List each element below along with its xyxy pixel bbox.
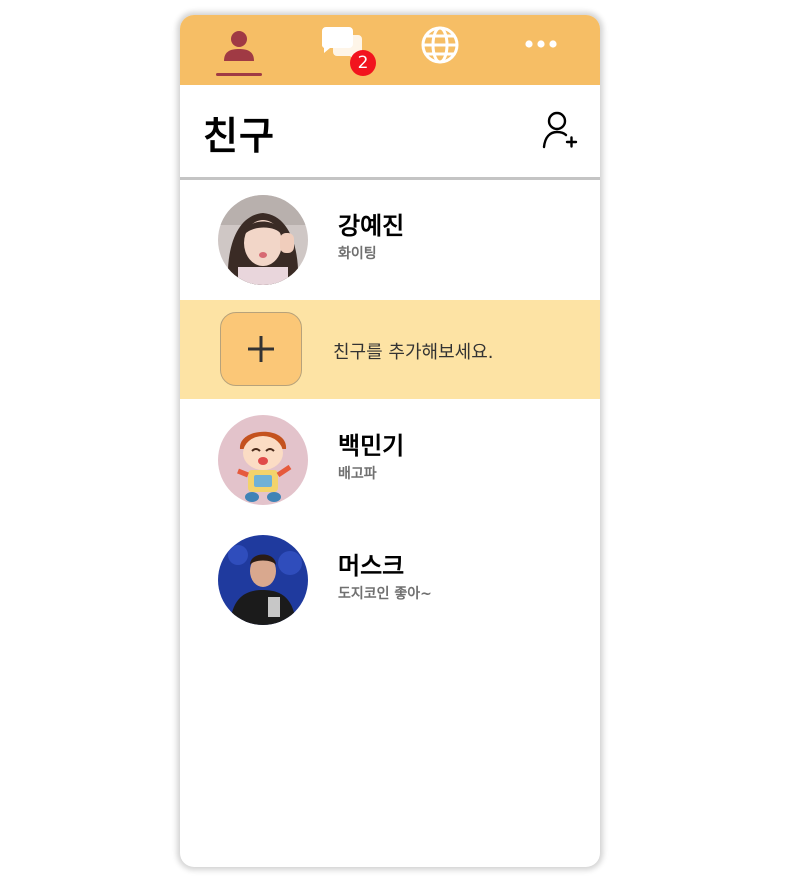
active-tab-indicator bbox=[216, 73, 262, 76]
friend-list-item[interactable]: 강예진 화이팅 bbox=[180, 188, 600, 288]
tab-friends[interactable] bbox=[204, 15, 274, 85]
add-friend-row[interactable]: 친구를 추가해보세요. bbox=[180, 300, 600, 399]
add-friend-plus-button[interactable] bbox=[220, 312, 302, 386]
friend-name: 머스크 bbox=[338, 552, 405, 580]
app-window: 2 친구 강예진 화이팅 친구를 추가해보세요. 백민기 배고파 머스크 도지코… bbox=[180, 15, 600, 867]
friend-avatar bbox=[218, 195, 308, 285]
friend-status-message: 도지코인 좋아~ bbox=[338, 586, 432, 602]
friend-status-message: 배고파 bbox=[338, 466, 377, 482]
friend-avatar bbox=[218, 535, 308, 625]
friend-status-message: 화이팅 bbox=[338, 246, 377, 262]
top-nav-bar: 2 bbox=[180, 15, 600, 85]
person-icon bbox=[224, 31, 254, 61]
friend-avatar bbox=[218, 415, 308, 505]
tab-chats[interactable]: 2 bbox=[306, 15, 376, 85]
page-header: 친구 bbox=[180, 85, 600, 180]
add-friend-button[interactable] bbox=[542, 111, 578, 151]
friend-list-item[interactable]: 백민기 배고파 bbox=[180, 408, 600, 508]
plus-icon bbox=[248, 336, 274, 362]
page-title: 친구 bbox=[203, 114, 275, 158]
add-friend-hint: 친구를 추가해보세요. bbox=[333, 342, 494, 363]
tab-globe[interactable] bbox=[405, 15, 475, 85]
unread-badge: 2 bbox=[350, 50, 376, 76]
tab-more[interactable] bbox=[506, 15, 576, 85]
friend-list-item[interactable]: 머스크 도지코인 좋아~ bbox=[180, 528, 600, 628]
friend-name: 강예진 bbox=[338, 212, 405, 240]
add-person-icon bbox=[542, 111, 578, 149]
more-icon bbox=[525, 40, 557, 48]
globe-icon bbox=[421, 26, 459, 64]
friend-name: 백민기 bbox=[338, 432, 405, 460]
